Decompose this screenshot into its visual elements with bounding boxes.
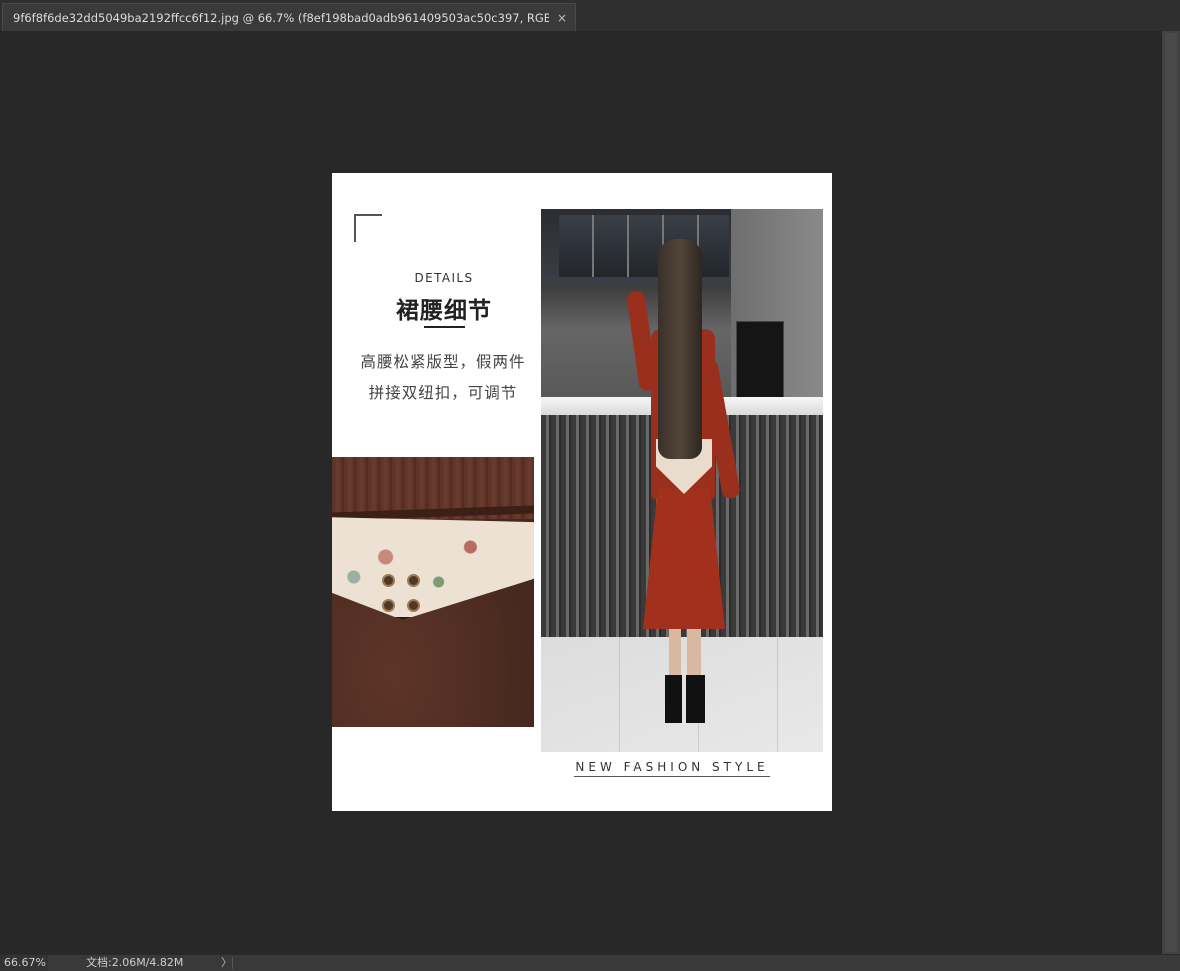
oven — [736, 321, 784, 401]
document-size-info: 文档:2.06M/4.82M — [86, 956, 184, 969]
status-divider — [232, 957, 233, 969]
document-tab[interactable]: 9f6f8f6de32dd5049ba2192ffcc6f12.jpg @ 66… — [2, 3, 576, 31]
title-underline — [424, 326, 465, 328]
model-hair — [658, 239, 702, 459]
close-icon[interactable]: × — [557, 12, 567, 24]
model-photo — [541, 209, 823, 752]
scrollbar-thumb[interactable] — [1165, 33, 1177, 952]
cabinet-shelves — [559, 215, 729, 277]
fashion-style-label: NEW FASHION STYLE — [575, 760, 769, 774]
details-label: DETAILS — [414, 271, 474, 285]
document-tab-bar: 9f6f8f6de32dd5049ba2192ffcc6f12.jpg @ 66… — [0, 0, 1180, 32]
zoom-level-field[interactable]: 66.67% — [0, 955, 48, 971]
document-canvas[interactable]: DETAILS 裙腰细节 高腰松紧版型，假两件 拼接双纽扣，可调节 NEW FA… — [332, 173, 832, 811]
waist-detail-photo — [332, 457, 534, 727]
details-title: 裙腰细节 — [396, 298, 492, 324]
model-boots — [665, 675, 705, 723]
button-icon — [382, 574, 395, 587]
corner-bracket-decoration — [354, 214, 382, 242]
glass-cabinet — [541, 209, 731, 284]
vertical-scrollbar[interactable] — [1162, 31, 1180, 954]
document-tab-title: 9f6f8f6de32dd5049ba2192ffcc6f12.jpg @ 66… — [13, 10, 549, 25]
button-icon — [382, 599, 395, 612]
button-icon — [407, 599, 420, 612]
description-line-1: 高腰松紧版型，假两件 — [360, 353, 526, 371]
floral-lace-panel — [332, 517, 534, 620]
chevron-right-icon[interactable]: 〉 — [221, 955, 232, 971]
description-line-2: 拼接双纽扣，可调节 — [368, 384, 518, 402]
button-icon — [407, 574, 420, 587]
fashion-label-underline — [574, 776, 770, 777]
status-bar: 66.67% 文档:2.06M/4.82M 〉 — [0, 954, 1180, 971]
model-legs — [669, 629, 701, 677]
